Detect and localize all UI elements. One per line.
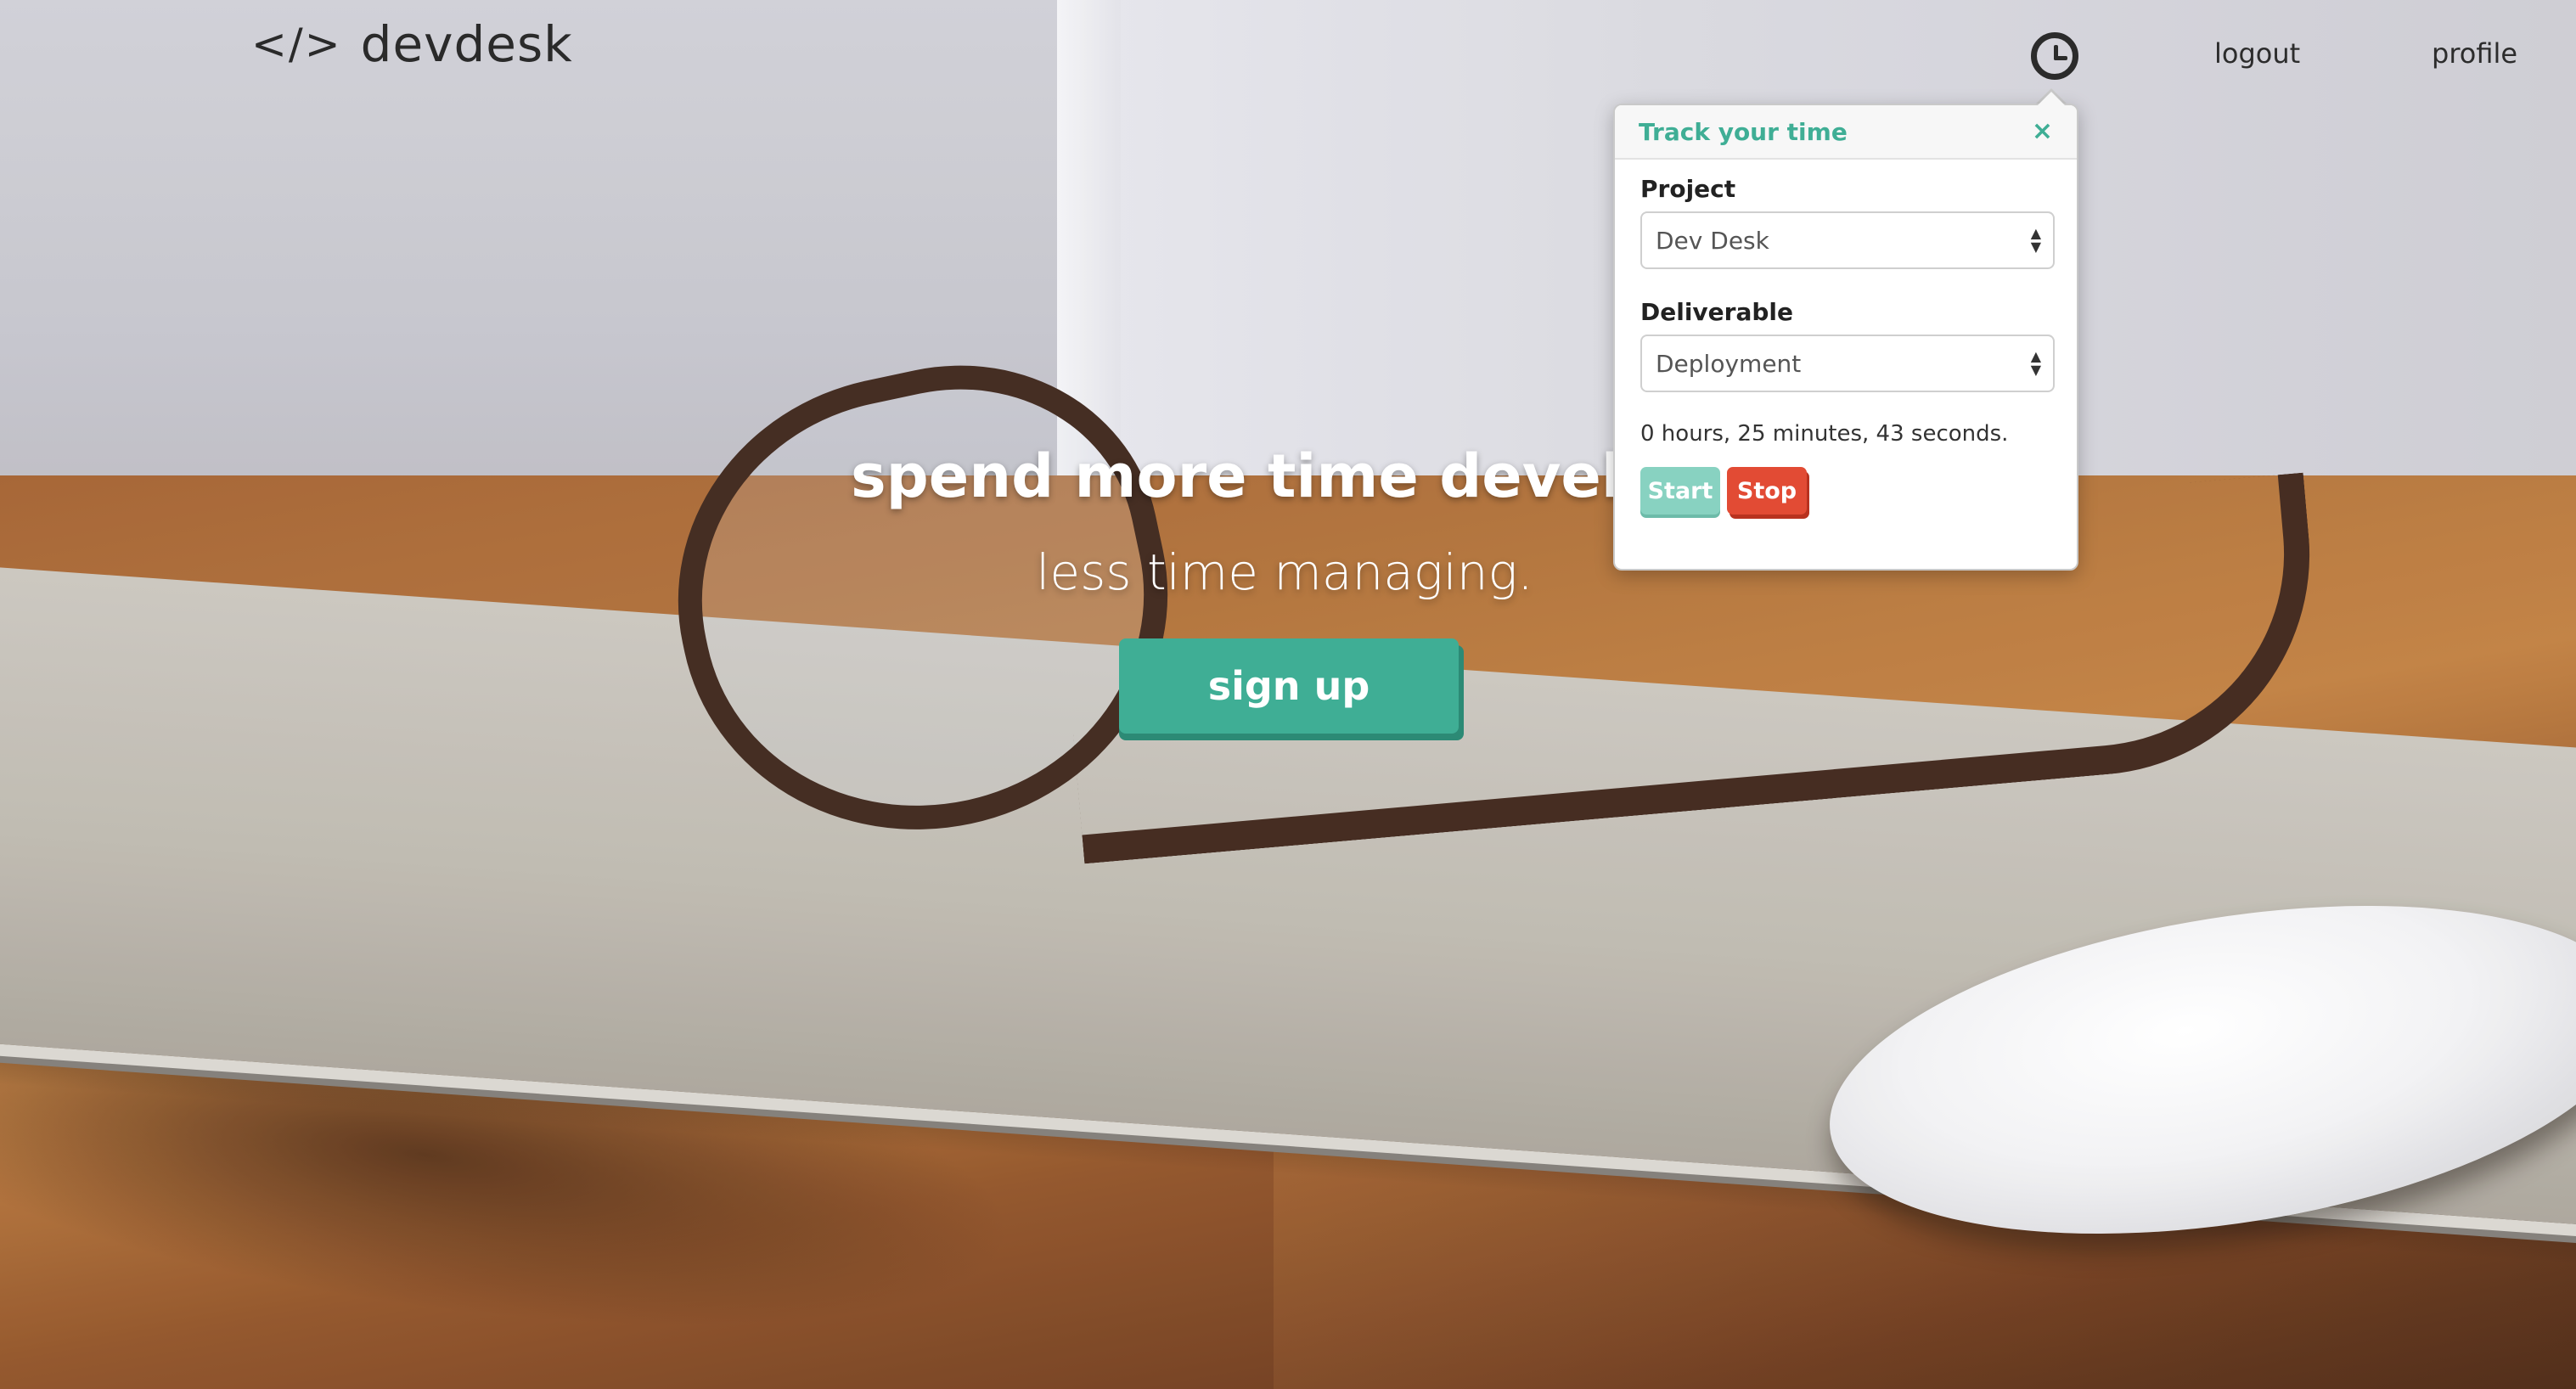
start-button[interactable]: Start	[1640, 467, 1720, 515]
deliverable-label: Deliverable	[1640, 298, 1794, 326]
popover-body: Project Dev Desk ▲ ▼ Deliverable Deployme…	[1615, 160, 2077, 515]
code-icon: </>	[251, 20, 342, 69]
hero-title: spend more time develop	[851, 441, 1706, 511]
deliverable-select[interactable]: Deployment ▲ ▼	[1640, 335, 2055, 392]
signup-button[interactable]: sign up	[1119, 638, 1459, 734]
popover-header: Track your time ×	[1615, 105, 2077, 160]
profile-link[interactable]: profile	[2432, 37, 2517, 70]
timer-controls: Start Stop	[1640, 467, 2051, 515]
elapsed-time: 0 hours, 25 minutes, 43 seconds.	[1640, 421, 2009, 447]
close-icon[interactable]: ×	[2032, 119, 2053, 144]
hero-subtitle-wrap: less time managing.	[0, 543, 2576, 601]
popover-arrow-inner	[2036, 92, 2067, 107]
brand-logo[interactable]: </> devdesk	[251, 15, 573, 73]
select-arrows-icon: ▲ ▼	[2030, 348, 2041, 378]
select-arrows-icon: ▲ ▼	[2030, 225, 2041, 255]
project-select[interactable]: Dev Desk ▲ ▼	[1640, 211, 2055, 269]
hero-subtitle: less time managing.	[1036, 543, 1533, 601]
time-tracker-popover: Track your time × Project Dev Desk ▲ ▼ De…	[1613, 104, 2078, 571]
stop-button[interactable]: Stop	[1727, 467, 1807, 515]
deliverable-select-value: Deployment	[1656, 349, 1802, 378]
popover-title: Track your time	[1639, 117, 1848, 146]
logout-link[interactable]: logout	[2214, 37, 2300, 70]
project-label: Project	[1640, 175, 1736, 203]
project-select-value: Dev Desk	[1656, 226, 1769, 255]
brand-name: devdesk	[360, 15, 573, 73]
page: </> devdesk logout profile spend more ti…	[0, 0, 2576, 1389]
clock-icon[interactable]	[2031, 32, 2078, 80]
